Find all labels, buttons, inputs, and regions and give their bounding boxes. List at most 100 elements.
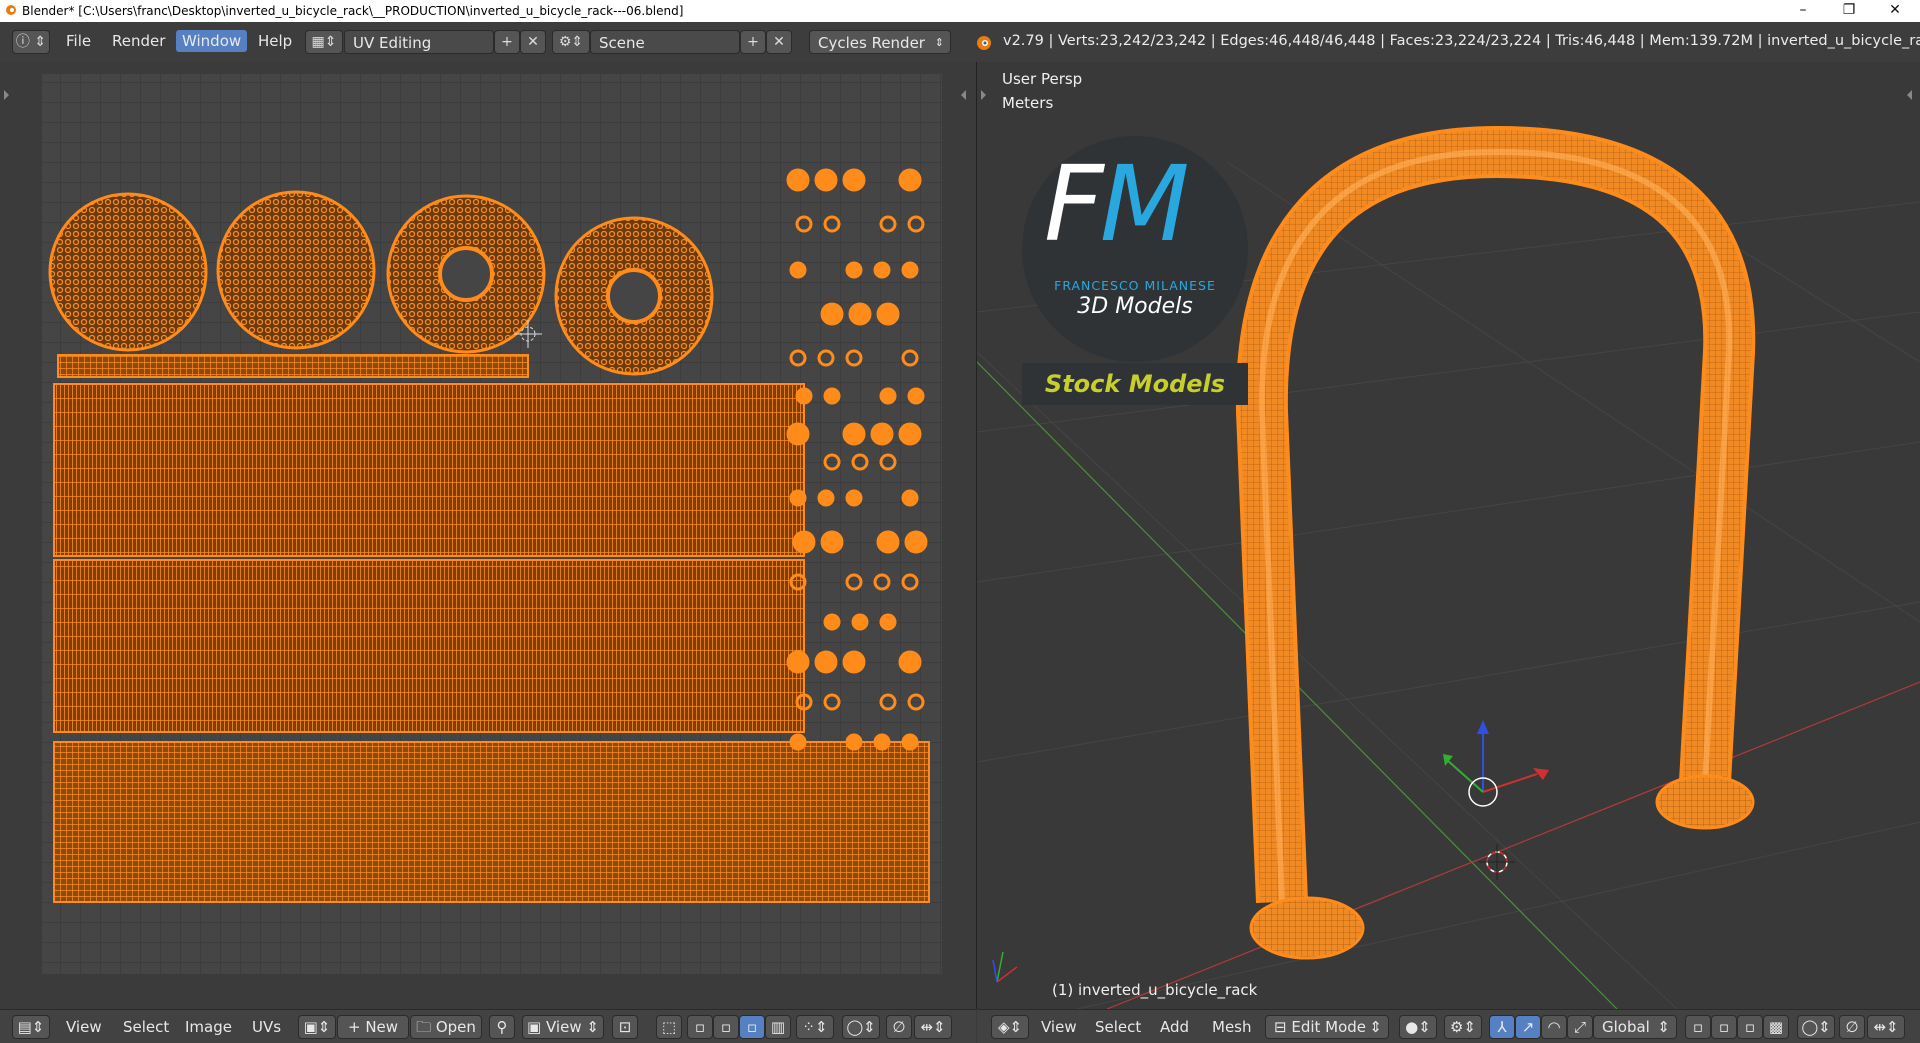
screen-layout-icon[interactable]: ▦⇕ [305, 30, 343, 54]
fm-logo: FM FRANCESCO MILANESE 3D Models [1022, 136, 1248, 362]
snap-mode-icon[interactable]: ⇹⇕ [914, 1015, 952, 1039]
uv-bolt-island [789, 261, 807, 279]
uv-bolt-island [851, 613, 869, 631]
add-layout-icon[interactable]: + [494, 30, 520, 54]
sticky-select-icon[interactable]: ⁘⇕ [796, 1015, 834, 1039]
uv-bolt-island [870, 422, 894, 446]
edge-select-icon[interactable]: ▫ [713, 1015, 739, 1039]
uv-menu-view[interactable]: View [66, 1018, 102, 1036]
uv-editor-type-icon[interactable]: ▤⇕ [12, 1015, 50, 1039]
vertex-select-icon[interactable]: ▫ [687, 1015, 713, 1039]
menu-window[interactable]: Window [176, 30, 248, 52]
vp-menu-select[interactable]: Select [1095, 1018, 1141, 1036]
viewport-editor-type-icon[interactable]: ◈⇕ [991, 1015, 1029, 1039]
pivot-point-icon[interactable]: ⚙⇕ [1444, 1015, 1482, 1039]
vp-proportional-edit-icon[interactable]: ◯⇕ [1797, 1015, 1835, 1039]
translate-manipulator-icon[interactable]: ↗ [1515, 1015, 1541, 1039]
uv-bolt-island [823, 387, 841, 405]
close-button[interactable]: ✕ [1872, 0, 1918, 22]
mode-select[interactable]: ⊟ Edit Mode ⇕ [1265, 1015, 1389, 1039]
uv-bolt-island [873, 261, 891, 279]
restore-button[interactable]: ❐ [1826, 0, 1872, 22]
chevron-updown-icon: ⇕ [1369, 1018, 1382, 1036]
vp-snap-icon[interactable]: ∅ [1839, 1015, 1865, 1039]
pin-icon[interactable]: ⚲ [489, 1015, 515, 1039]
render-engine-value: Cycles Render [818, 34, 925, 52]
open-image-button[interactable]: 🗀 Open [410, 1015, 482, 1039]
render-engine-select[interactable]: Cycles Render ⇕ [809, 30, 951, 54]
view-mode-select[interactable]: ▣ View ⇕ [522, 1015, 604, 1039]
view-axis-icon [992, 951, 1018, 983]
menu-help[interactable]: Help [258, 32, 292, 50]
viewport-toolshelf-toggle-icon[interactable] [981, 90, 986, 100]
face-select-mode-icon[interactable]: ▫ [1737, 1015, 1763, 1039]
transform-manipulator[interactable] [1443, 720, 1549, 807]
viewport-shading-icon[interactable]: ●⇕ [1399, 1015, 1437, 1039]
menu-file[interactable]: File [66, 32, 91, 50]
uv-bolt-island [814, 168, 838, 192]
uv-bolt-island [898, 422, 922, 446]
uv-bolt-island [795, 387, 813, 405]
new-image-button[interactable]: + New [337, 1015, 409, 1039]
properties-toggle-icon[interactable] [961, 90, 966, 100]
x-axis-line [1106, 681, 1920, 1009]
rotate-manipulator-icon[interactable]: ◠ [1541, 1015, 1567, 1039]
3d-viewport[interactable]: User Persp Meters (1) inverted_u_bicycle… [977, 62, 1920, 1009]
uv-bolt-island [786, 650, 810, 674]
manipulator-toggle-icon[interactable]: ⅄ [1489, 1015, 1515, 1039]
vp-menu-view[interactable]: View [1041, 1018, 1077, 1036]
uv-island-ring-2 [554, 216, 714, 376]
editor-type-info-icon[interactable]: ⓘ ⇕ [12, 30, 50, 54]
island-select-icon[interactable]: ▥ [765, 1015, 791, 1039]
uv-bolt-island [814, 650, 838, 674]
window-title-bar: Blender* [C:\Users\franc\Desktop\inverte… [0, 0, 1920, 22]
uv-menu-select[interactable]: Select [123, 1018, 169, 1036]
minimize-button[interactable]: – [1780, 0, 1826, 22]
screen-layout-field[interactable]: UV Editing [344, 30, 494, 54]
uv-canvas[interactable] [0, 62, 976, 1009]
vp-menu-mesh[interactable]: Mesh [1212, 1018, 1252, 1036]
uv-bolt-island [845, 261, 863, 279]
face-select-icon[interactable]: ▫ [739, 1015, 765, 1039]
uv-menu-image[interactable]: Image [185, 1018, 232, 1036]
uv-menu-uvs[interactable]: UVs [252, 1018, 281, 1036]
sync-selection-icon[interactable]: ⬚ [656, 1015, 682, 1039]
uv-bolt-island [789, 489, 807, 507]
add-scene-icon[interactable]: + [740, 30, 766, 54]
viewport-properties-toggle-icon[interactable] [1907, 90, 1912, 100]
menu-render[interactable]: Render [112, 32, 165, 50]
uv-image-editor[interactable] [0, 62, 977, 1009]
uv-bolt-island [786, 422, 810, 446]
vp-snap-element-icon[interactable]: ⇹⇕ [1867, 1015, 1905, 1039]
uv-bolt-island [789, 733, 807, 751]
vp-menu-add[interactable]: Add [1160, 1018, 1189, 1036]
edge-select-mode-icon[interactable]: ▫ [1711, 1015, 1737, 1039]
uv-bolt-island [820, 302, 844, 326]
uv-bolt-island [786, 168, 810, 192]
logo-subtitle: 3D Models [1077, 294, 1193, 319]
toolshelf-toggle-icon[interactable] [4, 90, 9, 100]
edit-mode-icon: ⊟ [1274, 1018, 1292, 1036]
chevron-updown-icon: ⇕ [1657, 1018, 1670, 1036]
uv-bolt-island [817, 489, 835, 507]
uv-bolt-island [901, 489, 919, 507]
stock-models-banner: Stock Models [1022, 363, 1248, 405]
occlude-geometry-icon[interactable]: ▩ [1763, 1015, 1789, 1039]
viewport-header: ◈⇕ View Select Add Mesh ⊟ Edit Mode ⇕ ●⇕… [977, 1009, 1920, 1043]
snap-icon[interactable]: ∅ [886, 1015, 912, 1039]
scale-manipulator-icon[interactable]: ⤢ [1567, 1015, 1593, 1039]
scene-field[interactable]: Scene [590, 30, 740, 54]
logo-initial-m: M [1099, 143, 1190, 265]
uv-bolt-island [842, 422, 866, 446]
delete-layout-icon[interactable]: ✕ [520, 30, 546, 54]
active-object-label: (1) inverted_u_bicycle_rack [1052, 981, 1258, 999]
delete-scene-icon[interactable]: ✕ [766, 30, 792, 54]
image-icon: ▣ [527, 1018, 546, 1036]
pivot-icon[interactable]: ⊡ [612, 1015, 638, 1039]
scene-icon[interactable]: ⚙⇕ [552, 30, 590, 54]
transform-orientation-select[interactable]: Global ⇕ [1593, 1015, 1677, 1039]
uv-bolt-island [873, 733, 891, 751]
proportional-edit-icon[interactable]: ◯⇕ [842, 1015, 880, 1039]
vertex-select-mode-icon[interactable]: ▫ [1685, 1015, 1711, 1039]
image-browse-icon[interactable]: ▣⇕ [298, 1015, 336, 1039]
